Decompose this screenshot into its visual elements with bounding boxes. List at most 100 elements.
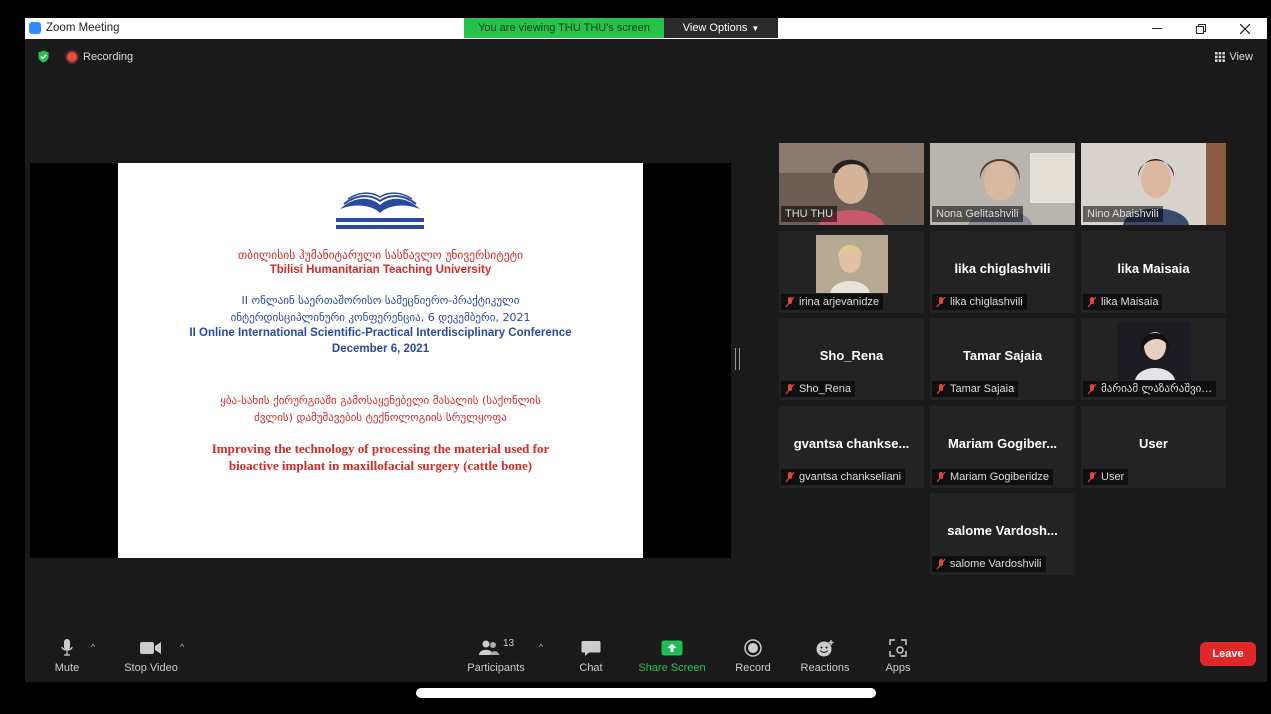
participant-name-label: Sho_Rena (781, 381, 855, 397)
chat-button[interactable]: Chat (573, 638, 609, 674)
participants-icon (478, 640, 499, 655)
device-home-indicator[interactable] (416, 688, 876, 698)
chat-bubble-icon (581, 640, 601, 656)
slide-topic-english-2: bioactive implant in maxillofacial surge… (228, 458, 533, 473)
participants-label: Participants (467, 662, 525, 674)
slide-topic-georgian-1: ყბა-სახის ქირურგიაში გამოსაყენებელი მასა… (220, 394, 541, 407)
window-title: Zoom Meeting (46, 22, 120, 34)
participant-tile[interactable]: Sho_Rena Sho_Rena (779, 318, 924, 400)
participant-avatar (1117, 322, 1191, 380)
muted-mic-icon (936, 296, 946, 307)
zoom-window: Zoom Meeting You are viewing THU THU's s… (25, 18, 1267, 682)
participants-count: 13 (502, 638, 515, 649)
record-icon (744, 639, 762, 657)
reactions-label: Reactions (800, 662, 850, 674)
muted-mic-icon (1087, 296, 1097, 307)
title-bar: Zoom Meeting You are viewing THU THU's s… (25, 18, 1267, 39)
muted-mic-icon (936, 383, 946, 394)
record-button[interactable]: Record (731, 638, 775, 674)
participant-name-label: Mariam Gogiberidze (932, 469, 1054, 485)
participant-tile[interactable]: lika chiglashvili lika chiglashvili (930, 231, 1075, 313)
video-camera-icon (140, 642, 161, 654)
meeting-toolbar: Mute ^ Stop Video ^ 13 Participants ^ Ch… (25, 632, 1267, 682)
participant-tile[interactable]: gvantsa chankse... gvantsa chankseliani (779, 406, 924, 488)
participant-tile[interactable]: THU THU (779, 143, 924, 225)
chevron-down-icon: ▼ (751, 23, 760, 33)
muted-mic-icon (785, 383, 795, 394)
slide-university-english: Tbilisi Humanitarian Teaching University (269, 264, 492, 276)
slide-conference-georgian-2: ინტერდისციპლინური კონფერენცია, 6 დეკემბე… (230, 311, 531, 324)
share-screen-label: Share Screen (638, 662, 706, 674)
view-layout-button[interactable]: View (1215, 51, 1253, 63)
slide-university-georgian: თბილისის ჰუმანიტარული სასწავლო უნივერსიტ… (237, 248, 524, 262)
participant-name: Sho_Rena (819, 348, 884, 363)
participant-name-label: მარიამ ლაზარაშვი... (1083, 381, 1216, 397)
chat-label: Chat (579, 662, 603, 674)
stop-video-label: Stop Video (124, 662, 178, 674)
audio-options-caret-icon[interactable]: ^ (91, 642, 95, 652)
muted-mic-icon (1087, 383, 1097, 394)
record-label: Record (735, 662, 771, 674)
participant-name-label: THU THU (781, 206, 838, 222)
participant-name-label: User (1083, 469, 1129, 485)
participant-name: gvantsa chankse... (793, 436, 910, 451)
participant-name: User (1139, 436, 1168, 451)
close-button[interactable] (1223, 18, 1267, 39)
participant-tile[interactable]: მარიამ ლაზარაშვი... (1081, 318, 1226, 400)
meeting-status-row: Recording View (25, 46, 1267, 68)
participants-options-caret-icon[interactable]: ^ (539, 642, 543, 652)
participant-name-label: lika Maisaia (1083, 294, 1163, 310)
grid-icon (1215, 52, 1226, 62)
university-book-logo-icon (336, 192, 424, 229)
video-options-caret-icon[interactable]: ^ (180, 642, 184, 652)
recording-dot-icon (67, 52, 77, 62)
view-options-button[interactable]: View Options ▼ (664, 18, 778, 38)
encryption-shield-icon[interactable] (37, 50, 50, 63)
participant-name-label: Tamar Sajaia (932, 381, 1019, 397)
slide-conference-date: December 6, 2021 (331, 343, 430, 355)
microphone-icon (61, 639, 73, 656)
mute-label: Mute (54, 662, 80, 674)
minimize-icon (1152, 28, 1162, 29)
close-icon (1240, 23, 1250, 34)
participant-avatar (816, 235, 888, 293)
restore-button[interactable] (1179, 18, 1223, 39)
participant-tile[interactable]: irina arjevanidze (779, 231, 924, 313)
muted-mic-icon (785, 471, 795, 482)
participant-name: lika chiglashvili (954, 261, 1051, 276)
leave-button[interactable]: Leave (1200, 642, 1256, 666)
participant-tile[interactable]: lika Maisaia lika Maisaia (1081, 231, 1226, 313)
participant-name: Mariam Gogiber... (947, 436, 1058, 451)
muted-mic-icon (936, 471, 946, 482)
slide-conference-georgian-1: II ონლაინ საერთაშორისო სამეცნიერო-პრაქტი… (241, 294, 520, 307)
viewing-screen-banner: You are viewing THU THU's screen (464, 18, 664, 38)
participant-tile[interactable]: User User (1081, 406, 1226, 488)
participant-name-label: gvantsa chankseliani (781, 469, 906, 485)
apps-label: Apps (885, 662, 911, 674)
participant-name-label: Nino Abaishvili (1083, 206, 1163, 222)
panel-splitter-handle[interactable] (735, 348, 740, 370)
participant-tile[interactable]: Nino Abaishvili (1081, 143, 1226, 225)
participant-name: lika Maisaia (1117, 261, 1190, 276)
emoji-smile-icon (816, 640, 834, 657)
participants-button[interactable]: 13 Participants (463, 638, 529, 674)
slide-topic-georgian-2: ძვლის) დამუშავების ტექნოლოგიის სრულყოფა (254, 411, 507, 424)
apps-button[interactable]: Apps (881, 638, 915, 674)
share-screen-button[interactable]: Share Screen (637, 638, 707, 674)
muted-mic-icon (785, 296, 795, 307)
participant-tile[interactable]: Tamar Sajaia Tamar Sajaia (930, 318, 1075, 400)
recording-label: Recording (83, 51, 134, 63)
mute-button[interactable]: Mute (47, 638, 87, 674)
slide-topic-english-1: Improving the technology of processing t… (211, 441, 550, 456)
presentation-slide: თბილისის ჰუმანიტარული სასწავლო უნივერსიტ… (118, 163, 643, 558)
shared-screen[interactable]: თბილისის ჰუმანიტარული სასწავლო უნივერსიტ… (30, 163, 731, 558)
participant-tile[interactable]: Mariam Gogiber... Mariam Gogiberidze (930, 406, 1075, 488)
participant-name-label: irina arjevanidze (781, 294, 884, 310)
slide-conference-english-1: II Online International Scientific-Pract… (189, 327, 572, 339)
participant-name-label: Nona Gelitashvili (932, 206, 1023, 222)
minimize-button[interactable] (1135, 18, 1179, 39)
participant-tile[interactable]: Nona Gelitashvili (930, 143, 1075, 225)
stop-video-button[interactable]: Stop Video (121, 638, 181, 674)
reactions-button[interactable]: Reactions (797, 638, 853, 674)
participant-tile[interactable]: salome Vardosh... salome Vardoshvili (930, 493, 1075, 575)
